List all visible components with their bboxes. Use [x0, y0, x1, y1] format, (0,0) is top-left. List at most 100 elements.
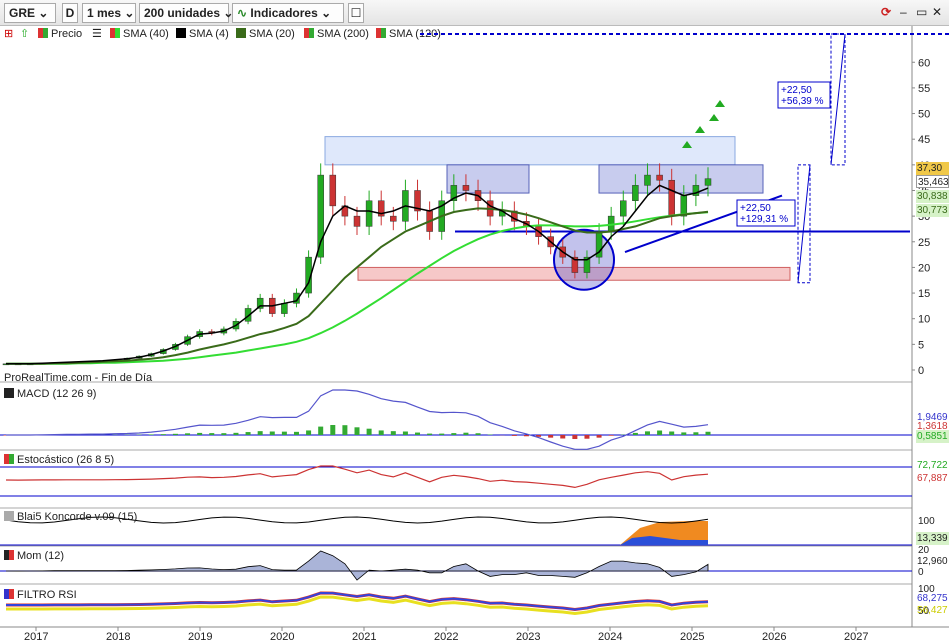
x-tick-label: 2019 — [188, 631, 212, 643]
annotation-lower-text: +129,31 % — [740, 214, 788, 225]
macd-hist-bar — [390, 431, 396, 435]
annotation-lower-text: +22,50 — [740, 203, 771, 214]
macd-hist-bar — [511, 435, 517, 436]
projection-diag-lower — [797, 164, 811, 283]
macd-hist-bar — [354, 427, 360, 435]
candle-body — [390, 215, 397, 222]
rsi-tag-2: 56,427 — [917, 605, 948, 616]
macd-hist-bar — [632, 432, 638, 435]
candle-body — [353, 215, 361, 227]
price-chart[interactable]: 6055504540353025201510502017201820192020… — [0, 0, 949, 643]
candle-body — [656, 174, 663, 181]
koncorde-tick-label: 100 — [918, 516, 935, 527]
stoch-label-text: Estocástico (26 8 5) — [17, 454, 115, 466]
x-tick-label: 2027 — [844, 631, 868, 643]
macd-hist-bar — [475, 433, 481, 435]
macd-hist-bar — [209, 433, 215, 435]
stoch-swatch-icon — [4, 454, 14, 464]
koncorde-label-text: Blai5 Koncorde v.09 (15) — [17, 511, 138, 523]
mom-label[interactable]: Mom (12) — [4, 549, 64, 563]
last-price-tag: 37,30 — [916, 162, 949, 175]
source-label: ProRealTime.com - Fin de Día — [4, 372, 153, 384]
buy-arrow-icon — [709, 114, 719, 127]
x-tick-label: 2022 — [434, 631, 458, 643]
sma40-tag: 30,773 — [916, 204, 949, 217]
macd-hist-bar — [378, 430, 384, 435]
macd-hist-bar — [402, 431, 408, 435]
mom-tag: 12,960 — [917, 556, 948, 567]
macd-label-text: MACD (12 26 9) — [17, 388, 97, 400]
mid-box-right — [598, 164, 764, 194]
x-tick-label: 2023 — [516, 631, 540, 643]
macd-hist-bar — [451, 433, 457, 435]
stoch-k-line — [5, 465, 709, 489]
y-tick-label: 0 — [918, 365, 924, 377]
y-tick-label: 25 — [918, 237, 930, 249]
x-tick-label: 2025 — [680, 631, 704, 643]
x-tick-label: 2018 — [106, 631, 130, 643]
macd-hist-bar — [148, 434, 154, 435]
macd-hist-bar — [257, 431, 263, 435]
macd-hist-bar — [233, 432, 239, 435]
stoch-tag-2: 67,887 — [917, 473, 948, 484]
candle-body — [329, 174, 337, 207]
macd-swatch-icon — [4, 388, 14, 398]
macd-tag-3: 0,5851 — [916, 430, 949, 443]
macd-hist-bar — [572, 435, 578, 439]
mom-tick-label: 0 — [918, 567, 924, 578]
macd-hist-bar — [644, 431, 650, 435]
macd-hist-bar — [245, 432, 251, 435]
y-tick-label: 50 — [918, 109, 930, 121]
macd-hist-bar — [172, 433, 178, 435]
annotation-upper-text: +56,39 % — [781, 96, 824, 107]
macd-hist-bar — [463, 432, 469, 435]
macd-hist-bar — [415, 432, 421, 435]
koncorde-label[interactable]: Blai5 Koncorde v.09 (15) — [4, 510, 137, 524]
macd-hist-bar — [306, 430, 312, 435]
y-tick-label: 10 — [918, 314, 930, 326]
candle-body — [281, 303, 288, 314]
upper-resistance-box — [324, 136, 736, 166]
stoch-tag-1: 72,722 — [917, 460, 948, 471]
y-tick-label: 60 — [918, 57, 930, 69]
macd-hist-bar — [427, 433, 433, 435]
y-tick-label: 15 — [918, 288, 930, 300]
macd-hist-bar — [366, 428, 372, 435]
rsi-swatch-icon — [4, 589, 14, 599]
annotation-upper-text: +22,50 — [781, 85, 812, 96]
macd-label[interactable]: MACD (12 26 9) — [4, 387, 96, 401]
macd-hist-bar — [596, 435, 602, 438]
macd-hist-bar — [548, 435, 554, 438]
macd-hist-bar — [608, 435, 614, 436]
rsi-label[interactable]: FILTRO RSI — [4, 588, 77, 602]
x-tick-label: 2026 — [762, 631, 786, 643]
x-tick-label: 2021 — [352, 631, 376, 643]
candle-body — [632, 185, 639, 201]
candle-body — [704, 178, 712, 186]
macd-hist-bar — [342, 425, 348, 435]
candle-body — [644, 174, 651, 186]
macd-hist-bar — [657, 430, 663, 435]
mom-area — [5, 550, 709, 581]
buy-arrow-icon — [715, 100, 725, 113]
macd-hist-bar — [293, 431, 299, 435]
projection-diag-upper — [830, 33, 846, 165]
stoch-label[interactable]: Estocástico (26 8 5) — [4, 453, 114, 467]
y-tick-label: 20 — [918, 262, 930, 274]
koncorde-swatch-icon — [4, 511, 14, 521]
macd-hist-bar — [185, 433, 191, 435]
macd-line — [6, 389, 709, 450]
macd-hist-bar — [197, 432, 203, 435]
macd-hist-bar — [160, 434, 166, 435]
macd-hist-bar — [705, 431, 711, 435]
mom-label-text: Mom (12) — [17, 550, 65, 562]
candle-body — [365, 200, 373, 227]
macd-hist-bar — [269, 431, 275, 435]
sma20-tag: 30,838 — [916, 190, 949, 203]
macd-hist-bar — [523, 435, 529, 437]
candle-body — [462, 185, 470, 191]
x-tick-label: 2017 — [24, 631, 48, 643]
macd-hist-bar — [318, 426, 324, 435]
x-tick-label: 2020 — [270, 631, 294, 643]
macd-hist-bar — [669, 431, 675, 435]
